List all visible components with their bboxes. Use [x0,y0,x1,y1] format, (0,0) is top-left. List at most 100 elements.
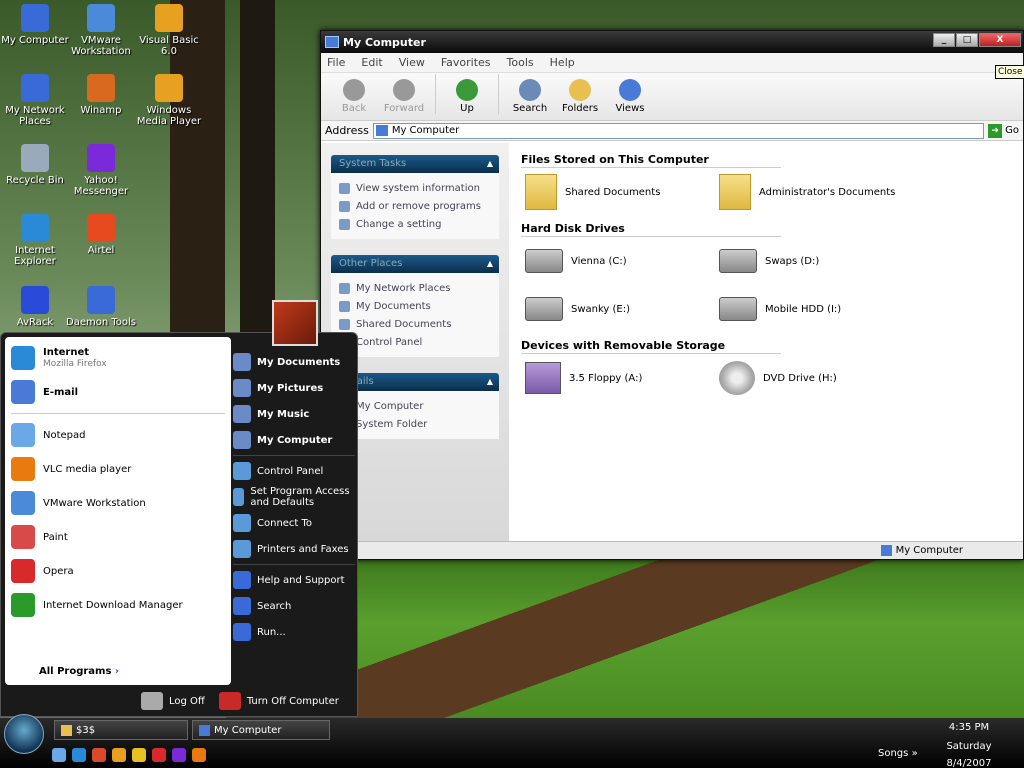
ie-icon [21,214,49,242]
folders-button[interactable]: Folders [557,79,603,114]
title-bar[interactable]: My Computer _ □ X [321,31,1023,53]
drive-item[interactable]: Mobile HDD (I:) [715,297,909,321]
drive-item[interactable]: Administrator's Documents [715,174,909,210]
panel-link[interactable]: Change a setting [339,215,491,233]
recent-program[interactable]: Paint [11,520,225,554]
desktop-icon[interactable]: Winamp [66,74,136,116]
desktop-icon[interactable]: Recycle Bin [0,144,70,186]
recent-program[interactable]: VLC media player [11,452,225,486]
maximize-button[interactable]: □ [956,33,978,47]
drive-item[interactable]: Vienna (C:) [521,249,715,273]
recent-program[interactable]: VMware Workstation [11,486,225,520]
views-button[interactable]: Views [607,79,653,114]
media-player-icon[interactable] [132,748,146,762]
all-programs-button[interactable]: All Programs › [39,666,119,677]
menu-edit[interactable]: Edit [361,56,382,69]
start-link[interactable]: My Computer [233,427,355,453]
menu-favorites[interactable]: Favorites [441,56,491,69]
start-button[interactable] [4,714,44,754]
yahoo-icon[interactable] [172,748,186,762]
start-link[interactable]: Connect To [233,510,355,536]
recent-program[interactable]: Opera [11,554,225,588]
panel-header[interactable]: Other Places ▲ [331,255,499,273]
my-computer-icon [375,125,388,136]
menu-tools[interactable]: Tools [507,56,534,69]
start-link[interactable]: Control Panel [233,458,355,484]
panel-link[interactable]: View system information [339,179,491,197]
taskbar-button-my-computer[interactable]: My Computer [192,720,330,740]
start-link[interactable]: My Pictures [233,375,355,401]
firefox-icon[interactable] [192,748,206,762]
start-link[interactable]: My Documents [233,349,355,375]
show-desktop-icon[interactable] [52,748,66,762]
menu-help[interactable]: Help [550,56,575,69]
desktop-icon-label: Yahoo! Messenger [73,175,129,197]
drive-item[interactable]: Swanky (E:) [521,297,715,321]
ie-icon[interactable] [72,748,86,762]
recent-program[interactable]: Notepad [11,418,225,452]
menu-file[interactable]: File [327,56,345,69]
start-menu-left: Internet Mozilla Firefox E-mail Notepad VLC… [5,337,231,685]
desktop-icon-label: VMware Workstation [71,35,131,57]
desktop-icon[interactable]: Visual Basic 6.0 [134,4,204,57]
drive-item[interactable]: Shared Documents [521,174,715,210]
start-link[interactable]: Search [233,593,355,619]
panel-link[interactable]: My Documents [339,297,491,315]
user-avatar[interactable] [272,300,318,346]
drive-item[interactable]: Swaps (D:) [715,249,909,273]
pinned-item[interactable]: Internet Mozilla Firefox [11,341,225,375]
desktop-icon[interactable]: Yahoo! Messenger [66,144,136,197]
start-link[interactable]: Set Program Access and Defaults [233,484,355,510]
desktop-icon[interactable]: Internet Explorer [0,214,70,267]
folder-icon [61,724,72,736]
minimize-button[interactable]: _ [933,33,955,47]
up-button[interactable]: Up [444,79,490,114]
panel-header[interactable]: System Tasks ▲ [331,155,499,173]
winamp-icon[interactable] [112,748,126,762]
desktop-icon[interactable]: AvRack [0,286,70,328]
desktop-icon[interactable]: My Computer [0,4,70,46]
pinned-item[interactable]: E-mail [11,375,225,409]
forward-button[interactable]: Forward [381,79,427,114]
recent-program-label: Opera [43,565,74,577]
my-pictures-icon [233,379,251,397]
panel-link[interactable]: My Computer [339,397,491,415]
firefox-icon[interactable] [92,748,106,762]
songs-toolbar[interactable]: Songs » [878,748,918,759]
avrack-icon [21,286,49,314]
log-off-button[interactable]: Log Off [141,692,205,710]
start-link[interactable]: Help and Support [233,567,355,593]
drive-item[interactable]: 3.5 Floppy (A:) [521,362,715,394]
desktop-icon[interactable]: VMware Workstation [66,4,136,57]
back-button[interactable]: Back [331,79,377,114]
forward-icon [393,79,415,101]
taskbar-button-folder[interactable]: $3$ [54,720,188,740]
go-button[interactable]: ➜ Go [988,123,1019,138]
desktop-icon-label: Airtel [87,245,115,256]
desktop-icon[interactable]: Daemon Tools [66,286,136,328]
toolbar-label: Back [341,103,367,114]
panel-link[interactable]: System Folder [339,415,491,433]
panel-link[interactable]: Control Panel [339,333,491,351]
task-icon [339,318,350,330]
turn-off-button[interactable]: Turn Off Computer [218,692,339,710]
address-input[interactable]: My Computer [372,122,985,139]
email-icon [11,380,35,404]
desktop-icon[interactable]: Airtel [66,214,136,256]
desktop-icon[interactable]: Windows Media Player [134,74,204,127]
panel-link[interactable]: My Network Places [339,279,491,297]
opera-icon[interactable] [152,748,166,762]
panel-link[interactable]: Shared Documents [339,315,491,333]
start-link[interactable]: Printers and Faxes [233,536,355,562]
search-button[interactable]: Search [507,79,553,114]
clock-time[interactable]: 4:35 PM [914,721,1024,734]
panel-link[interactable]: Add or remove programs [339,197,491,215]
recent-program[interactable]: Internet Download Manager [11,588,225,622]
start-link[interactable]: My Music [233,401,355,427]
drive-item[interactable]: DVD Drive (H:) [715,361,909,395]
close-button[interactable]: X [979,33,1021,47]
menu-view[interactable]: View [399,56,425,69]
desktop-icon[interactable]: My Network Places [0,74,70,127]
start-link[interactable]: Run... [233,619,355,645]
dvd-drive-icon [719,361,755,395]
